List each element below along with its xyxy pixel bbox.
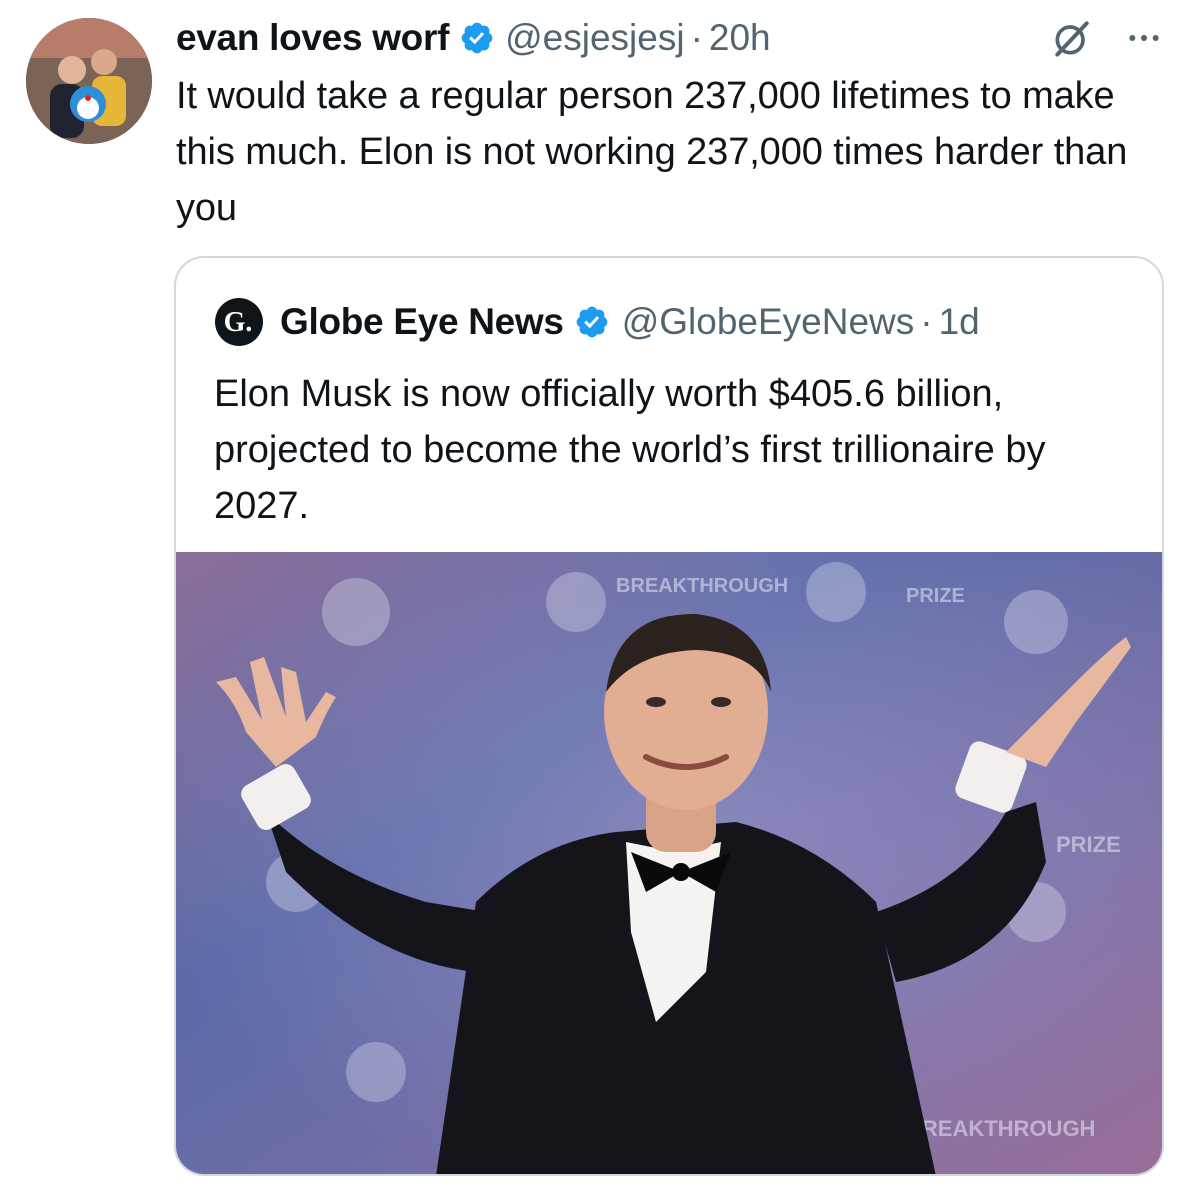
user-handle[interactable]: @esjesjesj: [505, 17, 684, 59]
logo-lettering: G.: [224, 307, 253, 338]
user-avatar[interactable]: [26, 18, 152, 144]
grok-icon[interactable]: [1050, 16, 1094, 60]
tweet-card[interactable]: evan loves worf @esjesjesj · 20h It woul…: [0, 0, 1188, 1200]
quoted-timestamp[interactable]: 1d: [939, 301, 980, 343]
display-name[interactable]: evan loves worf: [176, 17, 449, 59]
quoted-tweet-header: G. Globe Eye News @GlobeEyeNews · 1d: [214, 298, 980, 346]
globe-eye-logo[interactable]: G.: [214, 297, 264, 347]
quoted-display-name[interactable]: Globe Eye News: [280, 301, 564, 343]
quoted-user-handle[interactable]: @GlobeEyeNews: [622, 301, 915, 343]
verified-badge-icon: [461, 22, 493, 54]
backdrop-text: BREAKTHROUGH: [906, 1116, 1095, 1141]
avatar-image: [26, 18, 152, 144]
quoted-tweet-text: Elon Musk is now officially worth $405.6…: [214, 373, 1046, 527]
photo-image: BREAKTHROUGH PRIZE BREAKTHROUGH PRIZE: [176, 552, 1162, 1174]
quoted-media-photo[interactable]: BREAKTHROUGH PRIZE BREAKTHROUGH PRIZE: [176, 552, 1162, 1174]
tweet-header: evan loves worf @esjesjesj · 20h: [176, 14, 771, 62]
verified-badge-icon: [576, 306, 608, 338]
tweet-timestamp[interactable]: 20h: [709, 17, 771, 59]
header-actions: [1050, 16, 1164, 60]
backdrop-text: PRIZE: [906, 585, 965, 607]
backdrop-text: PRIZE: [1056, 832, 1121, 857]
separator-dot: ·: [920, 301, 933, 342]
tweet-text: It would take a regular person 237,000 l…: [176, 75, 1128, 229]
separator-dot: ·: [690, 17, 703, 58]
backdrop-text: BREAKTHROUGH: [616, 575, 788, 597]
more-options-icon[interactable]: [1124, 18, 1164, 58]
quoted-tweet[interactable]: G. Globe Eye News @GlobeEyeNews · 1d Elo…: [174, 256, 1164, 1176]
